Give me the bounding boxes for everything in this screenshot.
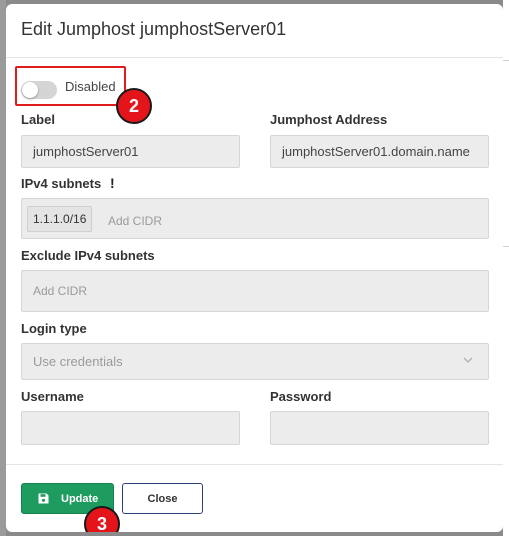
toggle-knob (22, 82, 38, 98)
enabled-toggle[interactable] (21, 81, 57, 99)
dialog-header: Edit Jumphost jumphostServer01 (6, 4, 503, 58)
annotation-marker-2: 2 (116, 88, 152, 124)
login-type-label: Login type (21, 321, 87, 336)
chevron-down-icon (463, 357, 473, 364)
label-field-label: Label (21, 112, 55, 127)
toggle-label: Disabled (65, 79, 116, 94)
ipv4-subnets-label: IPv4 subnets (21, 176, 102, 191)
jumphost-address-input[interactable]: jumphostServer01.domain.name (270, 135, 489, 168)
username-label: Username (21, 389, 84, 404)
background-divider (503, 60, 509, 61)
ipv4-warning-icon: ! (110, 175, 115, 191)
edit-jumphost-dialog: Edit Jumphost jumphostServer01 Disabled … (6, 4, 503, 532)
ipv4-add-cidr-placeholder[interactable]: Add CIDR (108, 214, 162, 228)
ipv4-subnet-chip[interactable]: 1.1.1.0/16 (27, 206, 93, 232)
save-icon (38, 493, 49, 504)
update-button-label: Update (61, 492, 99, 505)
background-divider (503, 246, 509, 247)
password-label: Password (270, 389, 332, 404)
dialog-title: Edit Jumphost jumphostServer01 (21, 19, 287, 39)
background-page-strip (503, 0, 509, 536)
login-type-value: Use credentials (33, 354, 123, 369)
exclude-ipv4-subnets-input[interactable]: Add CIDR (21, 270, 489, 312)
address-field-label: Jumphost Address (270, 112, 388, 127)
close-button[interactable]: Close (122, 483, 203, 514)
exclude-ipv4-subnets-label: Exclude IPv4 subnets (21, 248, 155, 263)
username-input[interactable] (21, 411, 240, 445)
password-input[interactable] (270, 411, 489, 445)
login-type-select[interactable]: Use credentials (21, 343, 489, 380)
label-input[interactable]: jumphostServer01 (21, 135, 240, 168)
